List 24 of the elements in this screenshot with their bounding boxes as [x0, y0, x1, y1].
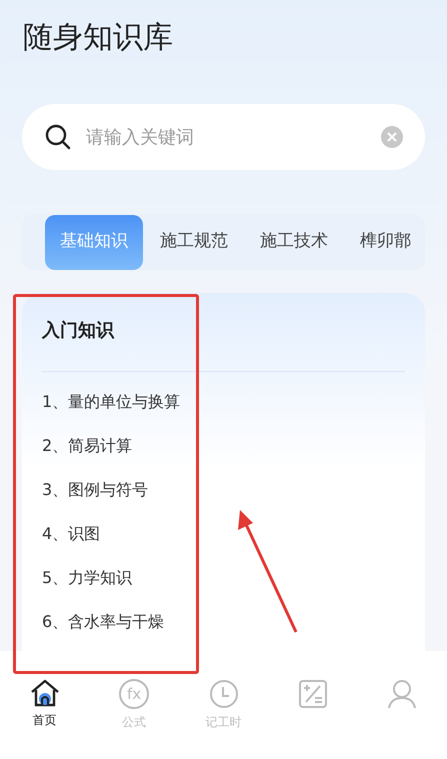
category-tab[interactable]: 施工技术 — [245, 214, 343, 270]
calculator-icon — [298, 679, 328, 709]
topic-item[interactable]: 3、图例与符号 — [42, 468, 405, 512]
topic-item[interactable]: 6、含水率与干燥 — [42, 600, 405, 644]
topic-item[interactable]: 2、简易计算 — [42, 424, 405, 468]
section-title: 入门知识 — [42, 319, 116, 343]
nav-label: 记工时 — [206, 714, 242, 731]
clear-icon[interactable] — [381, 126, 403, 148]
topic-item[interactable]: 1、量的单位与换算 — [42, 380, 405, 424]
category-tab[interactable]: 施工规范 — [145, 214, 243, 270]
category-tab[interactable]: 榫卯鄁 — [345, 214, 425, 270]
formula-icon: fx — [119, 679, 150, 709]
app-title: 随身知识库 — [22, 19, 174, 57]
clock-icon — [208, 679, 239, 709]
profile-icon — [387, 679, 418, 709]
home-icon — [30, 679, 60, 707]
search-icon — [44, 123, 72, 151]
nav-label: 公式 — [122, 714, 146, 731]
search-bar[interactable]: 请输入关键词 — [22, 104, 425, 170]
nav-item[interactable]: 首页 — [0, 679, 90, 759]
topic-item[interactable]: 5、力学知识 — [42, 556, 405, 600]
topic-item[interactable]: 4、识图 — [42, 512, 405, 556]
nav-label: 首页 — [32, 712, 57, 729]
search-field[interactable]: 请输入关键词 — [86, 124, 367, 150]
